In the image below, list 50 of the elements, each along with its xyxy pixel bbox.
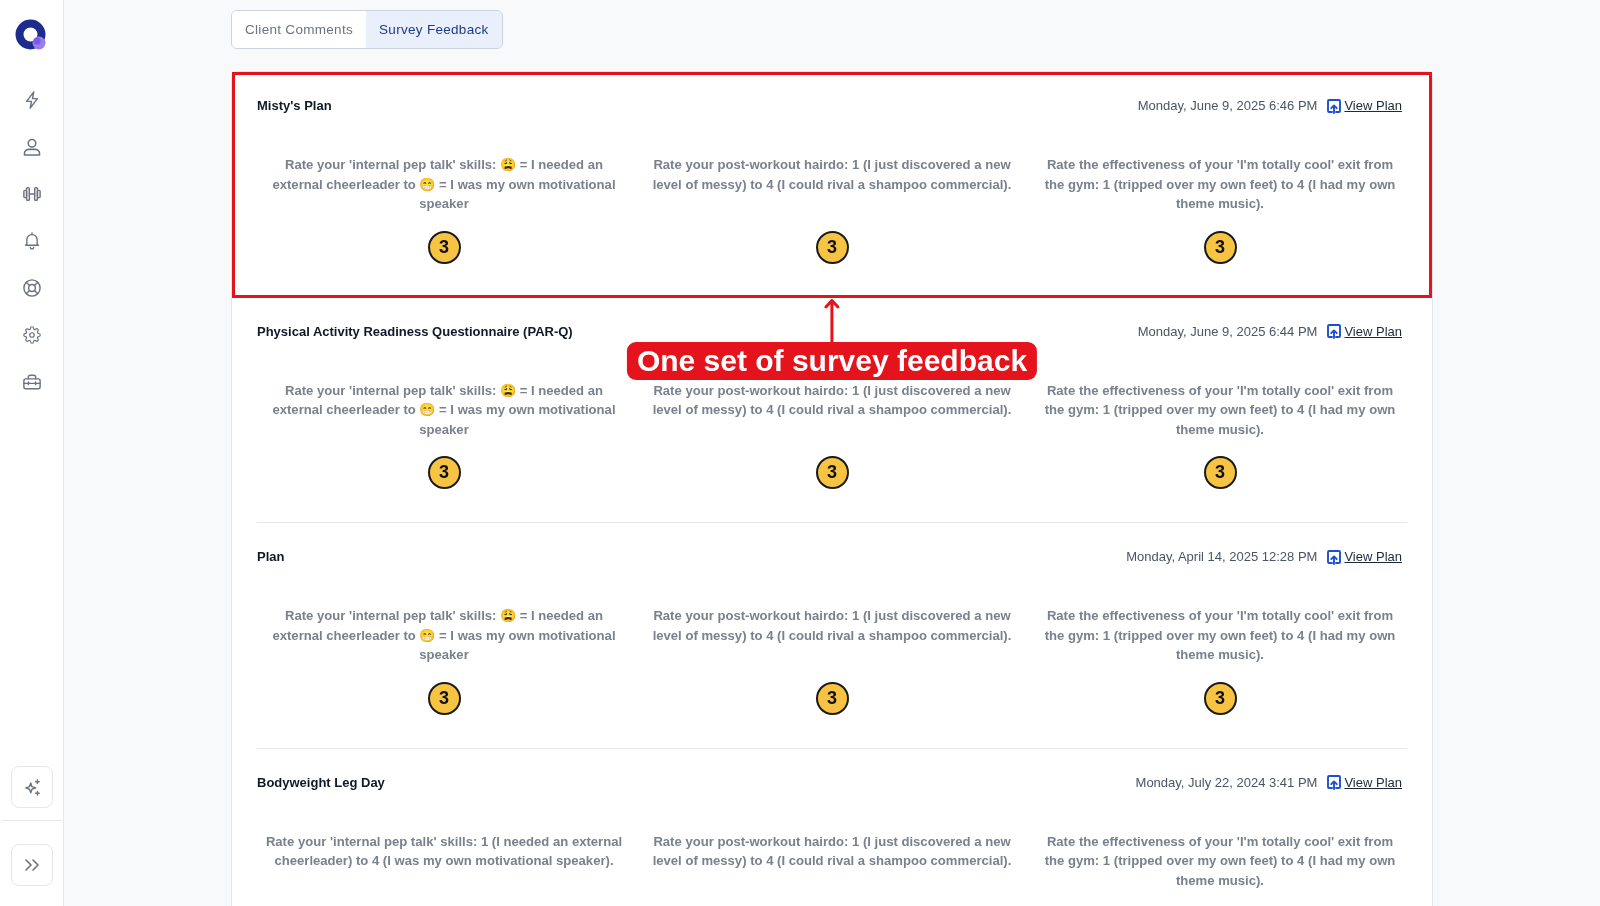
survey-question: Rate your post-workout hairdo: 1 (I just discovered a new level of messy) to 4 (I could rival a shampoo commercial). bbox=[651, 832, 1013, 870]
box-arrow-up-icon bbox=[1327, 549, 1342, 565]
survey-question: Rate your 'internal pep talk' skills: 😩 = I needed an external cheerleader to 😁 = I was my own motivational speaker bbox=[271, 156, 617, 213]
submitted-date: Monday, June 9, 2025 6:46 PM bbox=[1137, 98, 1318, 114]
rating-score: 3 bbox=[815, 456, 849, 489]
user-icon[interactable] bbox=[22, 138, 41, 156]
view-plan-link[interactable]: View Plan bbox=[1327, 323, 1402, 340]
survey-question: Rate the effectiveness of your 'I'm totally cool' exit from the gym: 1 (tripped over my own feet) to 4 (I had my own theme music). bbox=[1043, 381, 1397, 439]
logo-icon bbox=[15, 19, 49, 53]
plan-title: Misty's Plan bbox=[257, 98, 332, 114]
survey-question: Rate your post-workout hairdo: 1 (I just discovered a new level of messy) to 4 (I could rival a shampoo commercial). bbox=[651, 156, 1013, 194]
plan-title: Physical Activity Readiness Questionnaire (PAR-Q) bbox=[257, 323, 573, 340]
submitted-date: Monday, June 9, 2025 6:44 PM bbox=[1137, 323, 1318, 340]
rating-score: 3 bbox=[1203, 456, 1237, 489]
survey-question: Rate the effectiveness of your 'I'm totally cool' exit from the gym: 1 (tripped over my own feet) to 4 (I had my own theme music). bbox=[1043, 156, 1397, 213]
settings-icon[interactable] bbox=[22, 326, 41, 344]
rating-score: 3 bbox=[427, 456, 461, 489]
lifebuoy-icon[interactable] bbox=[22, 279, 41, 297]
box-arrow-up-icon bbox=[1327, 775, 1342, 790]
view-plan-link[interactable]: View Plan bbox=[1327, 98, 1402, 114]
rating-score: 3 bbox=[427, 681, 461, 715]
double-chevron-right-icon bbox=[25, 859, 39, 871]
rating-score: 3 bbox=[1203, 681, 1237, 715]
view-plan-link[interactable]: View Plan bbox=[1327, 774, 1402, 791]
box-arrow-up-icon bbox=[1327, 98, 1342, 114]
survey-question: Rate the effectiveness of your 'I'm totally cool' exit from the gym: 1 (tripped over my own feet) to 4 (I had my own theme music). bbox=[1043, 607, 1397, 664]
submitted-date: Monday, July 22, 2024 3:41 PM bbox=[1135, 774, 1318, 791]
box-arrow-up-icon bbox=[1327, 324, 1342, 339]
sparkle-icon bbox=[23, 778, 41, 796]
dumbbell-icon[interactable] bbox=[22, 185, 41, 203]
plan-title: Bodyweight Leg Day bbox=[257, 774, 385, 791]
rating-score: 3 bbox=[427, 230, 461, 264]
survey-question: Rate your post-workout hairdo: 1 (I just discovered a new level of messy) to 4 (I could rival a shampoo commercial). bbox=[651, 607, 1013, 645]
rating-score: 3 bbox=[1203, 230, 1237, 264]
rating-score: 3 bbox=[815, 230, 849, 264]
survey-question: Rate your 'internal pep talk' skills: 😩 = I needed an external cheerleader to 😁 = I was my own motivational speaker bbox=[271, 607, 617, 664]
view-plan-link[interactable]: View Plan bbox=[1327, 549, 1402, 565]
survey-question: Rate your post-workout hairdo: 1 (I just discovered a new level of messy) to 4 (I could rival a shampoo commercial). bbox=[651, 381, 1013, 419]
submitted-date: Monday, April 14, 2025 12:28 PM bbox=[1126, 549, 1318, 565]
sparkle-button[interactable] bbox=[11, 766, 53, 808]
tab[interactable]: Survey Feedback bbox=[366, 11, 502, 48]
callout-arrow bbox=[824, 297, 840, 342]
plan-title: Plan bbox=[257, 549, 285, 565]
survey-question: Rate your 'internal pep talk' skills: 😩 = I needed an external cheerleader to 😁 = I was my own motivational speaker bbox=[271, 381, 617, 439]
survey-question: Rate your 'internal pep talk' skills: 1 (I needed an external cheerleader) to 4 (I was my own motivational speaker). bbox=[264, 832, 624, 870]
toolbox-icon[interactable] bbox=[22, 373, 41, 391]
rating-score: 3 bbox=[815, 681, 849, 715]
bell-icon[interactable] bbox=[22, 232, 41, 250]
callout-label: One set of survey feedback bbox=[626, 341, 1038, 380]
survey-question: Rate the effectiveness of your 'I'm totally cool' exit from the gym: 1 (tripped over my own feet) to 4 (I had my own theme music). bbox=[1043, 832, 1397, 890]
